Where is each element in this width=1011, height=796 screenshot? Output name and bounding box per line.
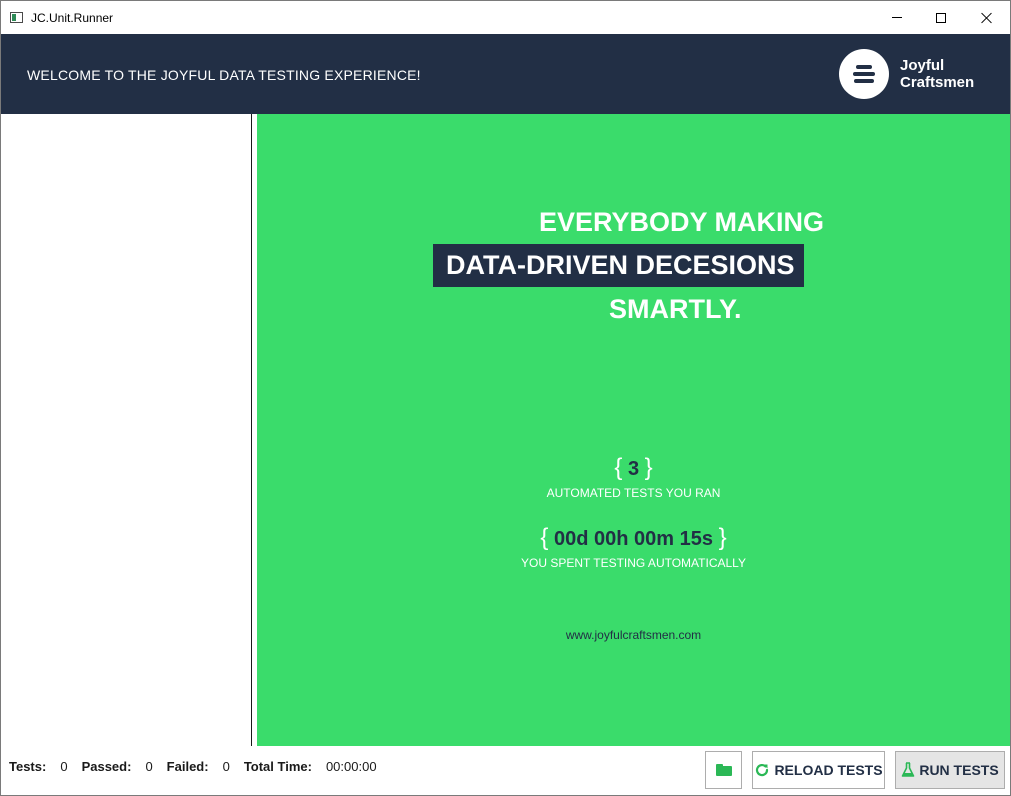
app-icon xyxy=(10,12,23,23)
refresh-icon xyxy=(754,762,770,778)
tests-count: 3 xyxy=(627,458,640,480)
time-spent-label: YOU SPENT TESTING AUTOMATICALLY xyxy=(521,556,746,570)
open-folder-button[interactable] xyxy=(705,751,742,789)
tagline-line-3: SMARTLY. xyxy=(609,294,742,324)
brace-close: } xyxy=(718,524,727,551)
window-title: JC.Unit.Runner xyxy=(31,11,114,25)
tagline-line-1: EVERYBODY MAKING xyxy=(539,207,825,237)
close-button[interactable] xyxy=(964,1,1010,34)
logo-line-1: Joyful xyxy=(900,57,945,74)
flask-icon xyxy=(901,762,915,778)
website-link[interactable]: www.joyfulcraftsmen.com xyxy=(257,628,1010,642)
tests-value: 0 xyxy=(60,759,68,774)
maximize-button[interactable] xyxy=(918,1,964,34)
brace-close: } xyxy=(644,454,653,481)
brace-open: { xyxy=(540,524,549,551)
logo-text: Joyful Craftsmen xyxy=(900,57,974,91)
run-tests-button[interactable]: RUN TESTS xyxy=(895,751,1005,789)
stack-icon xyxy=(839,49,889,99)
maximize-icon xyxy=(936,12,946,23)
test-tree-panel[interactable] xyxy=(2,114,252,746)
tests-ran-stat: { 3 } AUTOMATED TESTS YOU RAN xyxy=(257,454,1010,500)
logo-line-2: Craftsmen xyxy=(900,74,975,91)
total-time-label: Total Time: xyxy=(243,759,312,774)
welcome-text: WELCOME TO THE JOYFUL DATA TESTING EXPER… xyxy=(27,67,421,83)
time-spent-stat: { 00d 00h 00m 15s } YOU SPENT TESTING AU… xyxy=(257,524,1010,570)
brace-open: { xyxy=(614,454,623,481)
minimize-button[interactable] xyxy=(874,1,920,34)
failed-value: 0 xyxy=(222,759,230,774)
passed-label: Passed: xyxy=(81,759,132,774)
tagline-line-2: DATA-DRIVEN DECESIONS xyxy=(446,250,795,280)
minimize-icon xyxy=(892,17,902,18)
test-summary: Tests: 0 Passed: 0 Failed: 0 Total Time:… xyxy=(9,759,391,774)
reload-tests-button[interactable]: RELOAD TESTS xyxy=(752,751,885,789)
tests-label: Tests: xyxy=(9,759,47,774)
reload-tests-label: RELOAD TESTS xyxy=(774,762,883,778)
passed-value: 0 xyxy=(145,759,153,774)
close-icon xyxy=(981,12,993,24)
header-banner: WELCOME TO THE JOYFUL DATA TESTING EXPER… xyxy=(1,34,1010,114)
run-tests-label: RUN TESTS xyxy=(919,762,999,778)
failed-label: Failed: xyxy=(166,759,209,774)
tests-count-label: AUTOMATED TESTS YOU RAN xyxy=(546,486,721,500)
dashboard-panel: EVERYBODY MAKING DATA-DRIVEN DECESIONS S… xyxy=(257,114,1010,746)
title-bar[interactable]: JC.Unit.Runner xyxy=(1,1,1010,34)
total-time-value: 00:00:00 xyxy=(325,759,377,774)
status-bar: Tests: 0 Passed: 0 Failed: 0 Total Time:… xyxy=(1,746,1010,795)
company-logo: Joyful Craftsmen xyxy=(839,49,974,99)
folder-open-icon xyxy=(715,764,732,776)
time-spent-value: 00d 00h 00m 15s xyxy=(554,528,713,550)
app-window: JC.Unit.Runner WELCOME TO THE JOYFUL DAT… xyxy=(0,0,1011,796)
